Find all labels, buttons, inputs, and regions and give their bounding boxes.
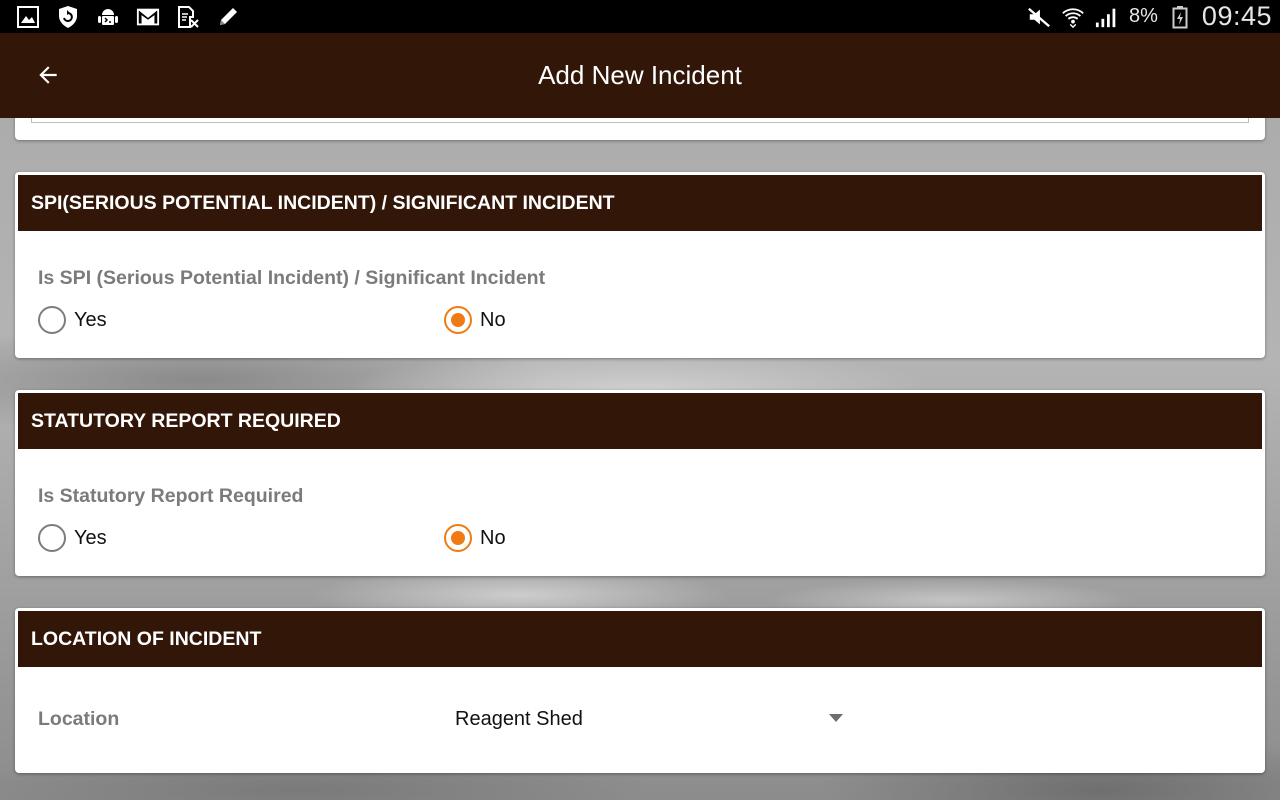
statutory-question-label: Is Statutory Report Required bbox=[38, 485, 304, 507]
mute-icon bbox=[1027, 5, 1051, 29]
dropdown-arrow-icon bbox=[829, 714, 843, 722]
option-label: Yes bbox=[74, 308, 107, 331]
location-section-card: LOCATION OF INCIDENT Location Reagent Sh… bbox=[15, 608, 1265, 773]
app-bar: Add New Incident bbox=[0, 33, 1280, 118]
spi-section-card: SPI(SERIOUS POTENTIAL INCIDENT) / SIGNIF… bbox=[15, 172, 1265, 358]
statutory-yes-option[interactable]: Yes bbox=[38, 524, 107, 552]
spi-question-label: Is SPI (Serious Potential Incident) / Si… bbox=[38, 267, 546, 289]
radio-button[interactable] bbox=[444, 306, 472, 334]
section-header: LOCATION OF INCIDENT bbox=[18, 611, 1262, 667]
battery-percent: 8% bbox=[1129, 5, 1158, 27]
location-dropdown[interactable]: Reagent Shed bbox=[455, 700, 843, 738]
document-x-icon bbox=[176, 5, 200, 29]
option-label: No bbox=[480, 308, 506, 331]
statutory-no-option[interactable]: No bbox=[444, 524, 506, 552]
arrow-left-icon bbox=[35, 62, 61, 93]
radio-button[interactable] bbox=[38, 524, 66, 552]
section-header: SPI(SERIOUS POTENTIAL INCIDENT) / SIGNIF… bbox=[18, 175, 1262, 231]
android-debug-icon bbox=[96, 5, 120, 29]
clock: 09:45 bbox=[1201, 1, 1272, 31]
radio-button[interactable] bbox=[444, 524, 472, 552]
spi-yes-option[interactable]: Yes bbox=[38, 306, 107, 334]
location-selected-value: Reagent Shed bbox=[455, 707, 583, 730]
radio-button[interactable] bbox=[38, 306, 66, 334]
shield-refresh-icon bbox=[56, 5, 80, 29]
image-icon bbox=[16, 5, 40, 29]
status-bar: 8% 09:45 bbox=[0, 0, 1280, 33]
wifi-icon bbox=[1061, 5, 1085, 29]
signal-icon bbox=[1095, 5, 1119, 29]
page-title: Add New Incident bbox=[538, 60, 742, 90]
battery-icon bbox=[1168, 5, 1192, 29]
statutory-section-card: STATUTORY REPORT REQUIRED Is Statutory R… bbox=[15, 390, 1265, 576]
option-label: No bbox=[480, 526, 506, 549]
gmail-icon bbox=[136, 5, 160, 29]
option-label: Yes bbox=[74, 526, 107, 549]
section-header: STATUTORY REPORT REQUIRED bbox=[18, 393, 1262, 449]
spi-no-option[interactable]: No bbox=[444, 306, 506, 334]
location-label: Location bbox=[38, 708, 120, 730]
pencil-icon bbox=[216, 5, 240, 29]
back-button[interactable] bbox=[30, 59, 66, 95]
